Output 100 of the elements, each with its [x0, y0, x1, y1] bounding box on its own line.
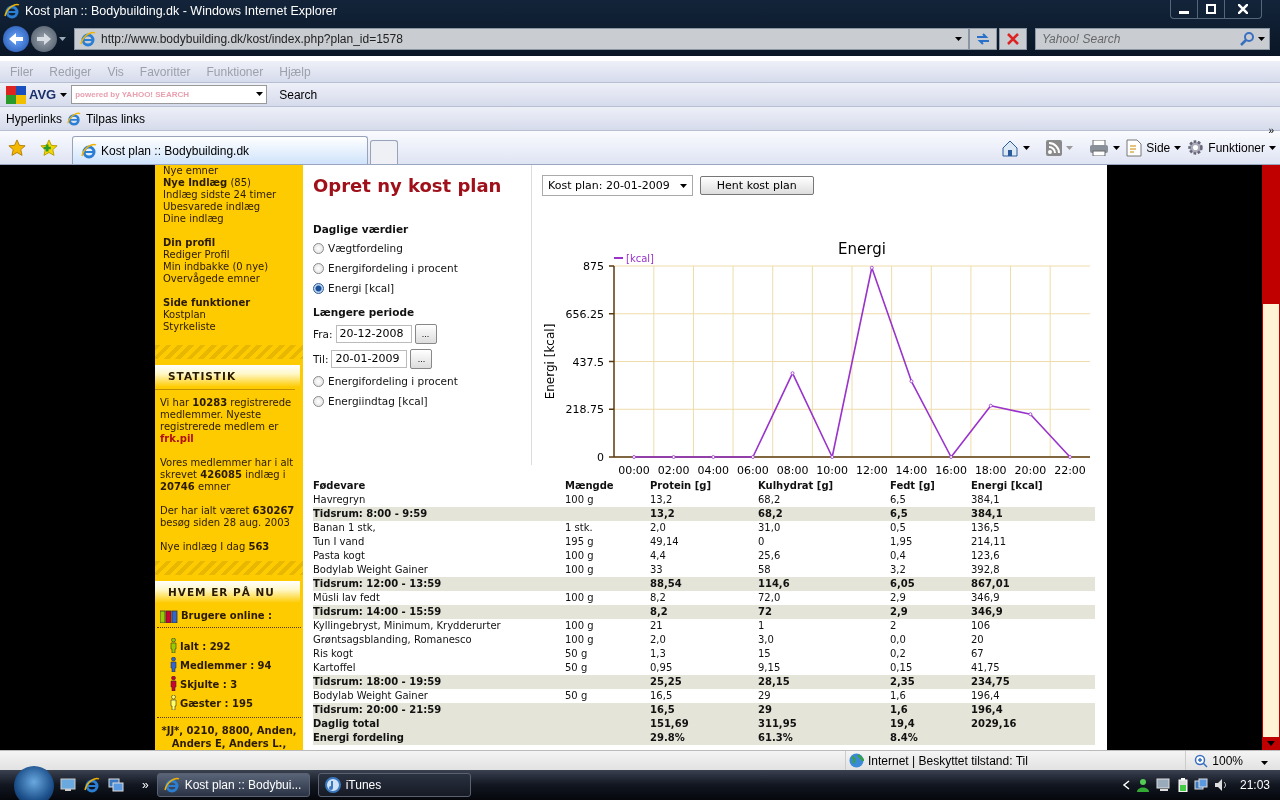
sidebar-link[interactable]: Overvågede emner [163, 273, 295, 285]
radio-button[interactable] [313, 242, 324, 254]
add-favorite-icon[interactable] [40, 138, 58, 157]
volume-icon[interactable] [1213, 778, 1228, 792]
table-cell-text: 15 [758, 647, 772, 661]
network-icon[interactable] [1155, 778, 1172, 792]
table-cell-text: 100 g [565, 633, 595, 647]
table-cell-text: 2,0 [650, 633, 667, 647]
caret-icon[interactable] [1174, 145, 1182, 150]
more-button[interactable]: » [142, 778, 149, 792]
caret-icon[interactable] [1261, 760, 1268, 765]
caret-icon[interactable] [679, 183, 687, 188]
data-point [988, 403, 993, 408]
network-icon[interactable] [1193, 778, 1208, 792]
sidebar-link[interactable]: Ubesvarede indlæg [163, 201, 295, 213]
table-cell-text: 25,25 [650, 675, 683, 689]
link[interactable]: Tilpas links [86, 111, 145, 126]
stop-button[interactable] [999, 28, 1027, 50]
address-field[interactable]: http://www.bodybuilding.dk/kost/index.php?plan_id=1578 [74, 28, 969, 50]
sidebar-link[interactable]: Dine indlæg [163, 213, 295, 225]
radio-button[interactable] [313, 282, 324, 294]
radio-label[interactable]: Energifordeling i procent [328, 375, 458, 387]
member-link[interactable]: frk.pil [160, 433, 194, 444]
axis-tick-label: 20:00 [1014, 464, 1047, 477]
radio-label[interactable]: Energifordeling i procent [328, 262, 458, 274]
sidebar-link[interactable]: Indlæg sidste 24 timer [163, 189, 295, 201]
home-icon [1001, 138, 1020, 157]
person-icon[interactable] [1135, 778, 1150, 792]
table-cell-text: 0,15 [890, 661, 914, 675]
table-cell-text: 68,2 [758, 493, 782, 507]
data-point [830, 455, 835, 459]
table-cell-text: 100 g [565, 493, 595, 507]
sidebar-link[interactable]: Styrkeliste [163, 321, 295, 333]
print-button[interactable] [1089, 139, 1121, 156]
column-header: Mængde [565, 479, 615, 493]
tools-menu-button[interactable]: Funktioner [1187, 139, 1276, 156]
plan-dropdown[interactable]: Kost plan: 20-01-2009 [542, 175, 693, 196]
date-field[interactable]: 20-12-2008 [335, 324, 412, 343]
caret-icon[interactable] [1258, 37, 1265, 41]
page-menu-button[interactable]: Side [1126, 138, 1182, 157]
section-header: STATISTIK [155, 365, 300, 387]
date-field[interactable]: 20-01-2009 [331, 349, 408, 368]
feed-icon [1046, 139, 1063, 156]
feed-button[interactable] [1046, 139, 1074, 156]
back-button[interactable] [3, 26, 29, 52]
refresh-button[interactable] [969, 28, 997, 50]
table-cell-text: 234,75 [971, 675, 1011, 689]
radio-button[interactable] [313, 395, 324, 407]
caret-icon[interactable] [955, 37, 962, 41]
radio-label[interactable]: Vægtfordeling [328, 242, 403, 254]
table-cell-text: Ris kogt [313, 647, 354, 661]
arrow-right-icon [37, 33, 51, 45]
start-button[interactable] [14, 766, 54, 800]
caret-icon[interactable] [1023, 145, 1031, 150]
table-cell-text: 123,6 [971, 549, 1001, 563]
tray-expand-icon[interactable] [1121, 780, 1130, 790]
date-picker-button[interactable]: ... [414, 323, 437, 344]
globe-icon [849, 753, 864, 768]
search-field[interactable]: powered by YAHOO! SEARCH [71, 85, 268, 104]
battery-icon[interactable] [1177, 778, 1188, 792]
taskbar-button[interactable]: Kost plan :: Bodybui... [156, 773, 310, 797]
caret-icon[interactable] [1269, 145, 1276, 150]
radio-label[interactable]: Energi [kcal] [328, 282, 395, 294]
sidebar-heading: Din profil [163, 237, 217, 249]
load-plan-button[interactable]: Hent kost plan [699, 176, 814, 195]
printer-icon [1089, 139, 1110, 156]
radio-button[interactable] [313, 375, 324, 387]
table-cell-text: 2 [890, 619, 898, 633]
sidebar-link[interactable]: Min indbakke (0 nye) [163, 261, 295, 273]
caret-icon[interactable] [59, 37, 66, 41]
radio-label[interactable]: Energiindtag [kcal] [328, 395, 428, 407]
caret-icon[interactable] [256, 92, 264, 96]
sidebar-link[interactable]: Nye emner [163, 165, 295, 177]
table-cell-text: 196,4 [971, 703, 1004, 717]
desktop-icon[interactable] [60, 778, 76, 792]
window-switch-icon[interactable] [108, 778, 124, 792]
table-cell-text: Tidsrum: 14:00 - 15:59 [313, 605, 443, 619]
taskbar-button[interactable]: iTunes [317, 773, 471, 797]
sidebar-link[interactable]: Rediger Profil [163, 249, 295, 261]
table-cell-text: 384,1 [971, 507, 1004, 521]
axis-tick-label: 14:00 [895, 464, 928, 477]
axis-tick-label: 00:00 [618, 464, 650, 477]
caret-icon[interactable] [1113, 145, 1121, 150]
home-button[interactable] [1001, 138, 1031, 157]
caret-icon[interactable] [60, 92, 68, 97]
sidebar-link[interactable]: Nye Indlæg (85) [163, 177, 295, 189]
search-field[interactable]: Yahoo! Search [1035, 28, 1270, 50]
star-icon[interactable] [8, 138, 26, 157]
search-button[interactable]: Search [275, 87, 322, 102]
radio-button[interactable] [313, 262, 324, 274]
table-cell-text: 6,5 [890, 493, 907, 507]
sidebar-link[interactable]: Kostplan [163, 309, 295, 321]
date-picker-button[interactable]: ... [410, 348, 433, 369]
browser-tab[interactable]: Kost plan :: Bodybuilding.dk [72, 136, 368, 164]
more-button[interactable]: » [1268, 124, 1274, 136]
column-header: Energi [kcal] [971, 479, 1044, 493]
toolbar-brand[interactable]: AVG [6, 85, 57, 104]
forward-button[interactable] [31, 26, 57, 52]
table-cell-text: 0 [758, 535, 766, 549]
table-cell-text: 100 g [565, 619, 595, 633]
